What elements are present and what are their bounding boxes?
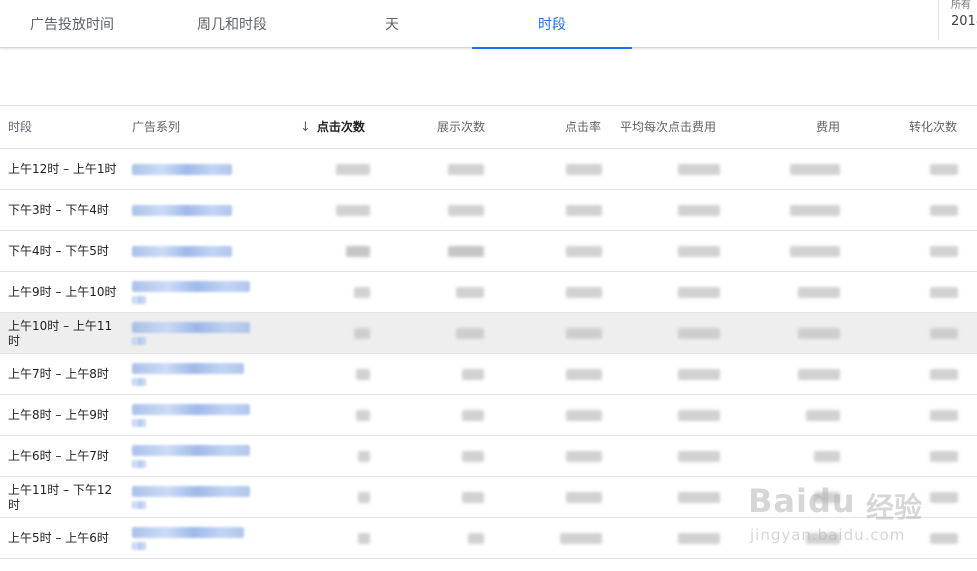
campaign-link[interactable] [132,477,262,518]
hour-cell: 上午11时 – 下午12时 [8,482,113,512]
divider [938,0,939,40]
column-header-cost[interactable]: 费用 [760,106,840,149]
date-range-selector[interactable]: 2018 [951,14,977,29]
table-row[interactable]: 上午10时 – 上午11时 [0,313,977,354]
tab-day-and-hour[interactable]: 周几和时段 [160,0,304,48]
table-row[interactable]: 下午3时 – 下午4时 [0,190,977,231]
table-row[interactable]: 下午4时 – 下午5时 [0,231,977,272]
column-header-hour[interactable]: 时段 [8,106,32,149]
tab-hour[interactable]: 时段 [472,0,632,49]
column-header-campaign[interactable]: 广告系列 [132,106,180,149]
hour-cell: 上午9时 – 上午10时 [8,285,117,299]
table-header: 时段 广告系列 ↓ 点击次数 展示次数 点击率 平均每次点击费用 费用 转化次数 [0,106,977,149]
date-range-label: 所有 [951,0,971,11]
column-header-impressions[interactable]: 展示次数 [400,106,485,149]
campaign-link[interactable] [132,436,262,477]
campaign-link[interactable] [132,149,262,190]
hour-cell: 下午4时 – 下午5时 [8,244,109,258]
hour-cell: 下午3时 – 下午4时 [8,203,109,217]
campaign-link[interactable] [132,190,262,231]
table-row[interactable]: 上午7时 – 上午8时 [0,354,977,395]
hour-cell: 上午6时 – 上午7时 [8,449,109,463]
campaign-link[interactable] [132,272,262,313]
hour-cell: 上午10时 – 上午11时 [8,318,113,348]
table-row[interactable]: 上午11时 – 下午12时 [0,477,977,518]
hour-cell: 上午7时 – 上午8时 [8,367,109,381]
campaign-link[interactable] [132,354,262,395]
column-header-conversions[interactable]: 转化次数 [880,106,957,149]
column-header-ctr[interactable]: 点击率 [520,106,601,149]
hour-cell: 上午8时 – 上午9时 [8,408,109,422]
column-header-clicks[interactable]: ↓ 点击次数 [300,106,365,149]
tab-bar: 广告投放时间 周几和时段 天 时段 所有 2018 [0,0,977,49]
campaign-link[interactable] [132,395,262,436]
tab-day[interactable]: 天 [320,0,464,48]
hour-cell: 上午5时 – 上午6时 [8,531,109,545]
campaign-link[interactable] [132,313,262,354]
column-header-avg-cpc[interactable]: 平均每次点击费用 [620,106,716,149]
performance-table: 时段 广告系列 ↓ 点击次数 展示次数 点击率 平均每次点击费用 费用 转化次数 … [0,105,977,559]
table-row[interactable]: 上午9时 – 上午10时 [0,272,977,313]
table-row[interactable]: 上午12时 – 上午1时 [0,149,977,190]
table-row[interactable]: 上午8时 – 上午9时 [0,395,977,436]
arrow-down-icon: ↓ [300,120,311,135]
hour-cell: 上午12时 – 上午1时 [8,162,117,176]
table-row[interactable]: 上午6时 – 上午7时 [0,436,977,477]
campaign-link[interactable] [132,518,262,559]
tab-ad-schedule[interactable]: 广告投放时间 [0,0,144,48]
column-header-clicks-label: 点击次数 [316,120,365,134]
table-row[interactable]: 上午5时 – 上午6时 [0,518,977,559]
campaign-link[interactable] [132,231,262,272]
